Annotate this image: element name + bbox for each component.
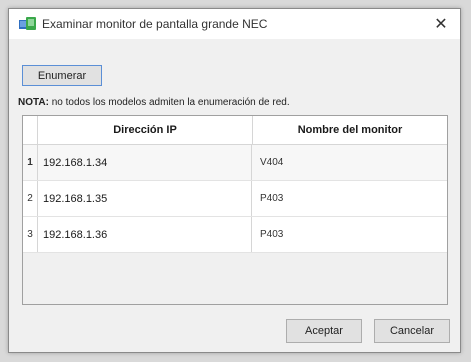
title-bar: Examinar monitor de pantalla grande NEC …	[9, 9, 460, 39]
close-icon[interactable]: ✕	[430, 13, 452, 35]
note-text: NOTA: no todos los modelos admiten la en…	[18, 97, 290, 108]
ip-cell[interactable]: 192.168.1.36	[38, 217, 252, 252]
table-row[interactable]: 2 192.168.1.35 P403	[23, 181, 447, 217]
ip-cell[interactable]: 192.168.1.34	[38, 145, 252, 180]
row-number: 3	[23, 217, 38, 252]
monitor-name-cell[interactable]: P403	[252, 217, 447, 252]
monitor-icon	[19, 16, 36, 32]
column-header-monitor-name[interactable]: Nombre del monitor	[253, 116, 447, 144]
dialog-window: Examinar monitor de pantalla grande NEC …	[8, 8, 461, 353]
row-number: 1	[23, 145, 38, 180]
column-header-ip[interactable]: Dirección IP	[38, 116, 253, 144]
window-title: Examinar monitor de pantalla grande NEC	[42, 17, 268, 31]
note-body: no todos los modelos admiten la enumerac…	[48, 97, 290, 108]
note-prefix: NOTA:	[18, 97, 49, 108]
table-row[interactable]: 3 192.168.1.36 P403	[23, 217, 447, 253]
monitor-name-cell[interactable]: V404	[252, 145, 447, 180]
enumerate-button[interactable]: Enumerar	[22, 65, 102, 86]
table-row[interactable]: 1 192.168.1.34 V404	[23, 145, 447, 181]
row-number-header	[23, 116, 38, 144]
row-number: 2	[23, 181, 38, 216]
cancel-button[interactable]: Cancelar	[374, 319, 450, 343]
accept-button[interactable]: Aceptar	[286, 319, 362, 343]
monitor-table[interactable]: Dirección IP Nombre del monitor 1 192.16…	[22, 115, 448, 305]
monitor-name-cell[interactable]: P403	[252, 181, 447, 216]
table-header: Dirección IP Nombre del monitor	[23, 116, 447, 145]
ip-cell[interactable]: 192.168.1.35	[38, 181, 252, 216]
